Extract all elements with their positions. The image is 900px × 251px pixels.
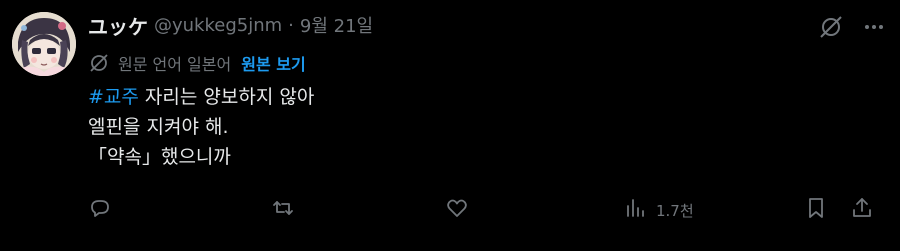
author-display-name[interactable]: ユッケ — [88, 11, 148, 40]
bookmark-button[interactable] — [804, 196, 828, 224]
share-icon — [850, 196, 874, 224]
grok-slash-icon[interactable] — [818, 14, 844, 40]
tweet-text: #교주 자리는 양보하지 않아 엘핀을 지켜야 해. 「약속」했으니까 — [88, 82, 314, 172]
translation-label: 원문 언어 일본어 — [118, 55, 232, 74]
action-bar: 1.7천 — [0, 190, 900, 226]
post-date[interactable]: 9월 21일 — [300, 12, 373, 38]
repost-button[interactable] — [271, 196, 295, 224]
author-handle[interactable]: @yukkeg5jnm — [154, 15, 282, 36]
view-count: 1.7천 — [656, 201, 694, 220]
hashtag-link[interactable]: #교주 — [88, 86, 139, 108]
translation-notice: 원문 언어 일본어 원본 보기 — [88, 50, 306, 76]
like-icon — [445, 196, 469, 224]
tweet-text-line-2: 엘핀을 지켜야 해. — [88, 116, 229, 138]
more-icon[interactable] — [862, 15, 886, 39]
tweet-text-line-1: #교주 자리는 양보하지 않아 — [88, 82, 314, 112]
share-button[interactable] — [850, 196, 874, 224]
show-original-link[interactable]: 원본 보기 — [241, 51, 305, 75]
tweet-text-line-3: 「약속」했으니까 — [88, 146, 231, 168]
reply-icon — [88, 196, 112, 224]
translate-icon — [88, 52, 110, 74]
header-actions — [818, 14, 886, 40]
tweet-post: ユッケ @yukkeg5jnm · 9월 21일 원문 언어 일본어 원본 보기… — [0, 0, 900, 251]
views-button[interactable]: 1.7천 — [624, 196, 694, 224]
repost-icon — [271, 196, 295, 224]
views-icon — [624, 196, 648, 224]
tweet-text-line-1-rest: 자리는 양보하지 않아 — [138, 86, 315, 108]
bookmark-icon — [804, 196, 828, 224]
reply-button[interactable] — [88, 196, 112, 224]
avatar[interactable] — [12, 12, 76, 76]
like-button[interactable] — [445, 196, 469, 224]
post-header: ユッケ @yukkeg5jnm · 9월 21일 — [88, 10, 373, 40]
separator-dot: · — [288, 14, 294, 36]
